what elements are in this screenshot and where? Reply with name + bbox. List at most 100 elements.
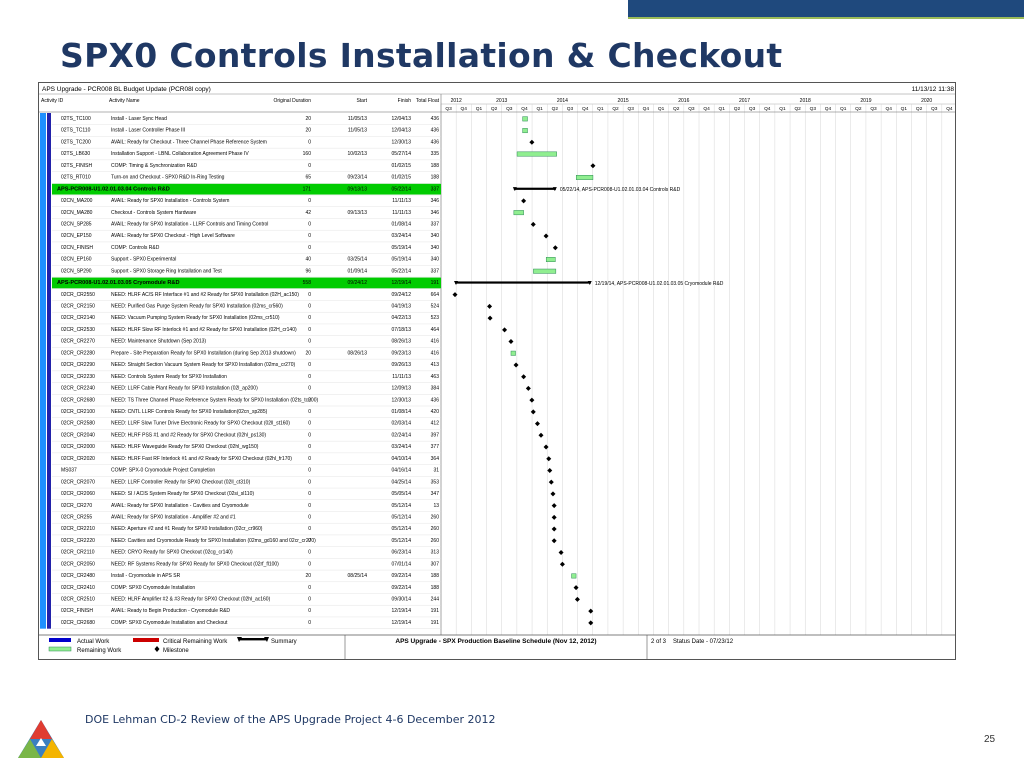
milestone-diamond: [513, 362, 519, 368]
activity-name: Install - Laser Sync Head: [111, 116, 167, 122]
activity-finish: 12/19/14: [392, 620, 412, 626]
activity-start: 08/25/14: [348, 573, 368, 579]
activity-finish: 05/22/14: [392, 268, 412, 274]
legend-actual-work-swatch: [49, 638, 71, 642]
milestone-diamond: [588, 608, 594, 614]
activity-duration: 0: [308, 386, 311, 392]
activity-finish: 05/12/14: [392, 526, 412, 532]
milestone-diamond: [487, 315, 493, 321]
activity-float: 436: [431, 128, 440, 134]
summary-row-label: APS-PCR008-U1.02.01.03.05 Cryomodule R&D: [57, 280, 180, 286]
quarter-label: Q4: [703, 106, 710, 112]
col-duration: Original Duration: [273, 98, 311, 104]
activity-finish: 05/12/14: [392, 503, 412, 509]
activity-name: Support - SPX0 Experimental: [111, 257, 176, 263]
activity-float: 397: [431, 432, 440, 438]
activity-duration: 558: [303, 280, 312, 286]
quarter-label: Q1: [779, 106, 786, 112]
activity-duration: 0: [308, 514, 311, 520]
year-label: 2015: [618, 98, 629, 104]
activity-id: 02TS_TC100: [61, 116, 91, 122]
activity-name: Checkout - Controls System Hardware: [111, 210, 197, 216]
activity-name: Prepare - Site Preparation Ready for SPX…: [111, 350, 296, 356]
activity-id: 02CR_CR2150: [61, 304, 95, 310]
legend-critical-swatch: [133, 638, 159, 642]
aps-logo-icon: [18, 720, 64, 758]
activity-id: MS037: [61, 468, 77, 474]
activity-name: NEED: LLRF Cable Plant Ready for SPX0 In…: [111, 386, 258, 392]
col-activity-id: Activity ID: [41, 98, 64, 104]
activity-finish: 01/02/15: [392, 163, 412, 169]
activity-id: 02CN_SP285: [61, 221, 92, 227]
activity-start: 09/13/13: [348, 186, 368, 192]
activity-name: AVAIL: Ready for Checkout - Three Channe…: [111, 139, 267, 145]
activity-finish: 05/12/14: [392, 514, 412, 520]
activity-name: NEED: Straight Section Vacuum System Rea…: [111, 362, 295, 368]
activity-float: 420: [431, 409, 440, 415]
quarter-label: Q2: [794, 106, 801, 112]
activity-duration: 171: [303, 186, 312, 192]
quarter-label: Q4: [461, 106, 468, 112]
milestone-diamond: [551, 538, 557, 544]
activity-start: 09/13/13: [348, 210, 368, 216]
year-label: 2019: [860, 98, 871, 104]
quarter-label: Q3: [870, 106, 877, 112]
activity-float: 436: [431, 139, 440, 145]
activity-finish: 11/11/13: [392, 198, 411, 204]
activity-name: NEED: LLRF Slow Tuner Drive Electronic R…: [111, 421, 290, 427]
quarter-label: Q1: [658, 106, 665, 112]
activity-duration: 20: [305, 116, 311, 122]
activity-float: 664: [431, 292, 440, 298]
activity-id: 02CR_CR2510: [61, 597, 95, 603]
milestone-diamond: [529, 397, 535, 403]
milestone-diamond: [521, 374, 527, 380]
milestone-diamond: [551, 503, 557, 509]
activity-name: AVAIL: Ready for SPX0 Checkout - High Le…: [111, 233, 235, 239]
activity-finish: 12/19/14: [392, 280, 412, 286]
activity-duration: 0: [308, 550, 311, 556]
activity-name: AVAIL: Ready for SPX0 Installation - Cav…: [111, 503, 249, 509]
activity-float: 524: [431, 304, 440, 310]
activity-name: NEED: LLRF Controller Ready for SPX0 Che…: [111, 479, 251, 485]
milestone-diamond: [525, 385, 531, 391]
activity-name: NEED: Vacuum Pumping System Ready for SP…: [111, 315, 280, 321]
activity-bar: [522, 116, 528, 122]
activity-finish: 05/19/14: [392, 257, 412, 263]
activity-duration: 0: [308, 362, 311, 368]
activity-finish: 04/19/13: [392, 304, 412, 310]
activity-duration: 0: [308, 409, 311, 415]
quarter-label: Q3: [628, 106, 635, 112]
left-wbs-stripe: [40, 113, 46, 629]
activity-finish: 12/04/13: [392, 116, 412, 122]
activity-duration: 0: [308, 221, 311, 227]
quarter-label: Q4: [643, 106, 650, 112]
milestone-diamond: [530, 221, 536, 227]
quarter-label: Q4: [582, 106, 589, 112]
summary-note: 12/19/14, APS-PCR008-U1.02.01.03.05 Cryo…: [595, 281, 724, 287]
activity-duration: 96: [305, 268, 311, 274]
activity-id: 02CN_EP160: [61, 257, 92, 263]
activity-name: NEED: HLRF Amplifier #2 & #3 Ready for S…: [111, 597, 271, 603]
schedule-caption: APS Upgrade - SPX Production Baseline Sc…: [395, 638, 596, 645]
activity-finish: 07/01/14: [392, 561, 412, 567]
activity-finish: 09/22/14: [392, 573, 412, 579]
activity-name: COMP: SPX0 Cryomodule Installation: [111, 585, 195, 591]
activity-id: 02CR_CR270: [61, 503, 92, 509]
activity-id: 02CR_CR2270: [61, 339, 95, 345]
activity-name: NEED: SI / ACIS System Ready for SPX0 Ch…: [111, 491, 254, 497]
activity-name: AVAIL: Ready to Begin Production - Cryom…: [111, 608, 230, 614]
activity-name: AVAIL: Ready for SPX0 Installation - LLR…: [111, 221, 268, 227]
col-total-float: Total Float: [416, 98, 440, 104]
activity-bar: [571, 573, 577, 579]
activity-float: 313: [431, 550, 440, 556]
slide-footer: DOE Lehman CD-2 Review of the APS Upgrad…: [85, 713, 496, 726]
activity-float: 463: [431, 374, 440, 380]
activity-float: 436: [431, 397, 440, 403]
activity-finish: 04/22/13: [392, 315, 412, 321]
activity-name: NEED: TS Three Channel Phase Reference S…: [111, 397, 318, 403]
quarter-label: Q2: [916, 106, 923, 112]
activity-float: 188: [431, 573, 440, 579]
summary-bar: [513, 187, 556, 190]
legend-milestone-diamond: [154, 646, 160, 652]
milestone-diamond: [546, 456, 552, 462]
